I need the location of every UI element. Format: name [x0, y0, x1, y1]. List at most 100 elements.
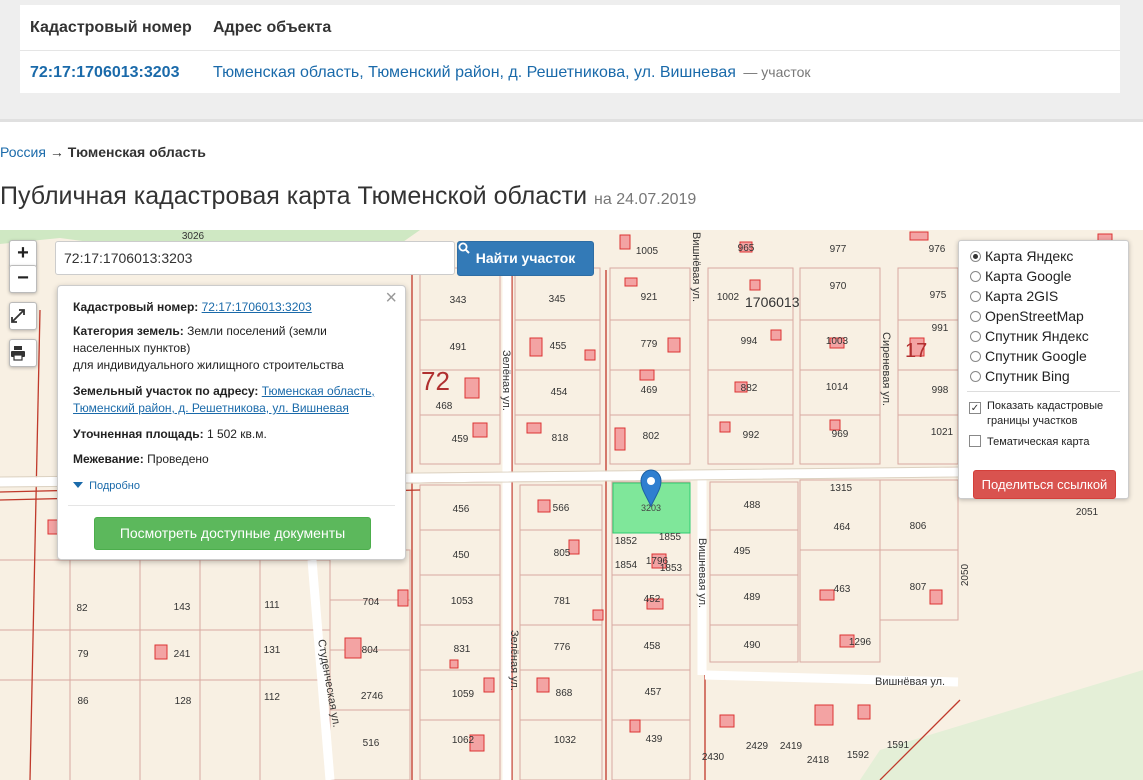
- result-cad-number-link[interactable]: 72:17:1706013:3203: [30, 64, 179, 82]
- parcel-number: 469: [641, 385, 658, 396]
- parcel-number: 1032: [554, 735, 577, 746]
- parcel-number: 1855: [659, 532, 682, 543]
- caret-down-icon: [73, 482, 83, 488]
- parcel-number: 439: [646, 734, 663, 745]
- expand-icon: [11, 309, 25, 323]
- find-parcel-button[interactable]: Найти участок: [457, 241, 594, 276]
- layer-radio[interactable]: [970, 351, 981, 362]
- layer-radio[interactable]: [970, 291, 981, 302]
- show-borders-option[interactable]: ✓ Показать кадастровые границы участков: [969, 399, 1117, 429]
- parcel-number: 516: [363, 738, 380, 749]
- parcel-number: 1002: [717, 292, 740, 303]
- layer-option[interactable]: Карта 2GIS: [970, 286, 1058, 306]
- parcel-number: 345: [549, 294, 566, 305]
- layer-option[interactable]: OpenStreetMap: [970, 306, 1084, 326]
- zoom-out-button[interactable]: −: [9, 265, 37, 293]
- layer-radio[interactable]: [970, 311, 981, 322]
- parcel-number: 343: [450, 295, 467, 306]
- parcel-number: 2050: [960, 563, 971, 586]
- parcel-number: 804: [362, 645, 379, 656]
- layer-radio[interactable]: [970, 271, 981, 282]
- parcel-number: 455: [550, 341, 567, 352]
- popup-cad-label: Кадастровый номер:: [73, 300, 199, 314]
- parcel-number: 111: [264, 600, 280, 611]
- layer-label: Спутник Яндекс: [985, 328, 1089, 344]
- parcel-number: 131: [264, 645, 281, 656]
- fullscreen-button[interactable]: [9, 302, 37, 330]
- parcel-number: 490: [744, 640, 761, 651]
- layer-option[interactable]: Спутник Яндекс: [970, 326, 1089, 346]
- result-address-link[interactable]: Тюменская область, Тюменский район, д. Р…: [213, 64, 736, 81]
- parcel-number: 463: [834, 584, 851, 595]
- view-documents-button[interactable]: Посмотреть доступные документы: [94, 517, 371, 550]
- close-icon[interactable]: ×: [385, 288, 397, 308]
- popup-area-label: Уточненная площадь:: [73, 427, 204, 441]
- row-divider: [20, 50, 1120, 51]
- parcel-number: 818: [552, 433, 569, 444]
- quarter-label-1706013: 1706013: [745, 294, 800, 310]
- popup-cad-row: Кадастровый номер: 72:17:1706013:3203: [73, 299, 385, 316]
- column-header-address: Адрес объекта: [213, 19, 332, 36]
- street-label-vishnevaya-east: Вишнёвая ул.: [875, 676, 945, 688]
- print-button[interactable]: [9, 339, 37, 367]
- layer-label: Спутник Google: [985, 348, 1087, 364]
- parcel-number: 79: [77, 649, 89, 660]
- parcel-number: 1053: [451, 596, 474, 607]
- page-title-date: на 24.07.2019: [594, 191, 697, 208]
- parcel-number: 1315: [830, 483, 853, 494]
- show-borders-checkbox[interactable]: ✓: [969, 402, 981, 414]
- breadcrumb: Россия → Тюменская область: [0, 144, 206, 160]
- cadastral-map[interactable]: 3203 72 17 1706013 Зелёная ул. Зелёная у…: [0, 230, 1143, 780]
- layer-label: Карта Яндекс: [985, 248, 1074, 264]
- popup-survey-row: Межевание: Проведено: [73, 451, 385, 468]
- thematic-map-option[interactable]: Тематическая карта: [969, 435, 1089, 450]
- thematic-map-checkbox[interactable]: [969, 435, 981, 447]
- parcel-number: 1591: [887, 740, 910, 751]
- popup-more-label: Подробно: [89, 480, 140, 492]
- popup-address-label: Земельный участок по адресу:: [73, 384, 259, 398]
- parcel-number: 781: [554, 596, 571, 607]
- popup-cad-link[interactable]: 72:17:1706013:3203: [202, 300, 312, 314]
- search-results-panel: Кадастровый номер Адрес объекта 72:17:17…: [0, 0, 1143, 122]
- parcel-number: 921: [641, 292, 658, 303]
- layer-option[interactable]: Карта Яндекс: [970, 246, 1073, 266]
- layer-radio[interactable]: [970, 371, 981, 382]
- parcel-number: 1014: [826, 382, 849, 393]
- street-label-sirenevaya: Сиреневая ул.: [880, 332, 892, 406]
- layer-radio[interactable]: [970, 331, 981, 342]
- zoom-in-button[interactable]: +: [9, 240, 37, 268]
- parcel-number: 806: [910, 521, 927, 532]
- breadcrumb-root-link[interactable]: Россия: [0, 144, 46, 160]
- popup-divider: [68, 505, 395, 506]
- parcel-number: 566: [553, 503, 570, 514]
- parcel-number: 2430: [702, 752, 725, 763]
- cad-search-input[interactable]: [55, 241, 455, 275]
- parcel-number: 1005: [636, 246, 659, 257]
- parcel-number: 491: [450, 342, 467, 353]
- layer-option[interactable]: Карта Google: [970, 266, 1072, 286]
- popup-more-link[interactable]: Подробно: [73, 478, 140, 495]
- show-borders-label: Показать кадастровые границы участков: [987, 400, 1104, 427]
- parcel-number: 991: [932, 323, 949, 334]
- parcel-number: 802: [643, 431, 660, 442]
- parcel-number: 1021: [931, 427, 954, 438]
- layer-radio[interactable]: [970, 251, 981, 262]
- result-object-type: — участок: [743, 64, 811, 80]
- parcel-number: 868: [556, 688, 573, 699]
- layer-label: Спутник Bing: [985, 368, 1070, 384]
- find-parcel-label: Найти участок: [475, 250, 576, 266]
- quarter-label-72: 72: [421, 366, 450, 396]
- map-layers-panel: Карта Яндекс Карта Google Карта 2GIS OpenSt…: [958, 240, 1129, 499]
- parcel-number: 977: [830, 244, 847, 255]
- parcel-number: 457: [645, 687, 662, 698]
- share-link-button[interactable]: Поделиться ссылкой: [973, 470, 1116, 499]
- parcel-number: 992: [743, 430, 760, 441]
- parcel-number: 241: [174, 649, 191, 660]
- parcel-number: 1852: [615, 536, 638, 547]
- result-address-cell: Тюменская область, Тюменский район, д. Р…: [213, 64, 811, 82]
- parcel-number: 459: [452, 434, 469, 445]
- parcel-number: 882: [741, 383, 758, 394]
- layer-label: Карта 2GIS: [985, 288, 1059, 304]
- layer-option[interactable]: Спутник Bing: [970, 366, 1070, 386]
- layer-option[interactable]: Спутник Google: [970, 346, 1087, 366]
